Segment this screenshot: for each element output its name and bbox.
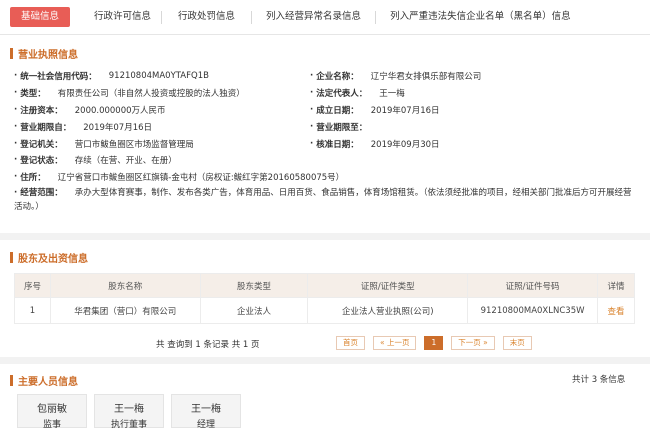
section-title: 营业执照信息: [18, 50, 78, 61]
field-term-from: · 营业期限自： 2019年07月16日: [14, 122, 153, 133]
field-type: · 类型： 有限责任公司（非自然人投资或控股的法人独资）: [14, 88, 245, 99]
field-registration-status: · 登记状态： 存续（在营、开业、在册）: [14, 155, 177, 166]
tab-admin-license[interactable]: 行政许可信息: [84, 7, 161, 27]
col-header: 股东类型: [199, 273, 309, 298]
shareholders-table: 序号 股东名称 股东类型 证照/证件类型 证照/证件号码 详情 1 华君集团（营…: [14, 273, 635, 324]
section-bar: [10, 375, 13, 386]
person-card[interactable]: 王一梅 经理: [171, 394, 241, 430]
field-registration-authority: · 登记机关： 营口市鲅鱼圈区市场监督管理局: [14, 139, 194, 150]
col-header: 详情: [597, 273, 635, 298]
field-registered-capital: · 注册资本： 2000.000000万人民币: [14, 105, 166, 116]
cell-index: 1: [14, 297, 51, 324]
col-header: 证照/证件号码: [467, 273, 599, 298]
cell-shareholder-name: 华君集团（营口）有限公司: [49, 297, 201, 324]
last-page-button[interactable]: 末页: [502, 336, 532, 350]
tab-basic-info[interactable]: 基础信息: [10, 7, 71, 27]
field-legal-rep: · 法定代表人： 王一梅: [310, 88, 405, 99]
cell-license-type: 企业法人营业执照(公司): [307, 297, 469, 324]
field-approval-date: · 核准日期： 2019年09月30日: [310, 139, 440, 150]
field-address: · 住所： 辽宁省营口市鲅鱼圈区红旗镇-金屯村（房权证:鲅红字第2016058007…: [14, 172, 345, 183]
tab-bar: 基础信息 行政许可信息 行政处罚信息 列入经营异常名录信息 列入严重违法失信企业…: [0, 0, 650, 35]
table-row: 1 华君集团（营口）有限公司 企业法人 企业法人营业执照(公司) 9121080…: [14, 297, 635, 324]
cell-license-number: 91210800MA0XLNC35W: [467, 297, 599, 324]
license-section-header: 营业执照信息: [10, 46, 78, 61]
people-section-header: 主要人员信息: [10, 373, 78, 388]
col-header: 股东名称: [49, 273, 201, 298]
section-bar: [10, 252, 13, 263]
tab-admin-penalty[interactable]: 行政处罚信息: [162, 7, 251, 27]
section-bar: [10, 48, 13, 59]
person-role: 执行董事: [110, 420, 147, 430]
field-established-date: · 成立日期： 2019年07月16日: [310, 105, 440, 116]
cell-shareholder-type: 企业法人: [199, 297, 309, 324]
tab-abnormal-list[interactable]: 列入经营异常名录信息: [252, 7, 375, 27]
person-name: 王一梅: [191, 404, 221, 415]
first-page-button[interactable]: 首页: [336, 336, 365, 350]
view-details-link[interactable]: 查看: [597, 297, 635, 324]
page-1-button[interactable]: 1: [424, 336, 444, 350]
record-count: 共 查询到 1 条记录 共 1 页: [156, 340, 260, 350]
col-header: 证照/证件类型: [307, 273, 469, 298]
person-role: 经理: [196, 420, 215, 430]
people-total-count: 共计 3 条信息: [572, 375, 626, 385]
field-term-to: · 营业期限至：: [310, 122, 368, 133]
person-role: 监事: [42, 420, 61, 430]
person-card[interactable]: 王一梅 执行董事: [94, 394, 164, 430]
field-credit-code: · 统一社会信用代码： 91210804MA0YTAFQ1B: [14, 71, 209, 82]
section-title: 主要人员信息: [18, 377, 78, 388]
table-header-row: 序号 股东名称 股东类型 证照/证件类型 证照/证件号码 详情: [14, 273, 635, 298]
person-name: 包丽敏: [37, 404, 67, 415]
shareholders-section-header: 股东及出资信息: [10, 250, 88, 265]
col-header: 序号: [14, 273, 51, 298]
field-business-scope: · 经营范围： 承办大型体育赛事，制作、发布各类广告，体育用品、日用百货、食品销售，…: [14, 188, 632, 212]
section-divider: [0, 233, 650, 240]
section-title: 股东及出资信息: [18, 254, 88, 265]
person-name: 王一梅: [114, 404, 144, 415]
field-company-name: · 企业名称： 辽宁华君女排俱乐部有限公司: [310, 71, 482, 82]
pagination: 首页 « 上一页 1 下一页 » 末页: [336, 336, 532, 350]
next-page-button[interactable]: 下一页 »: [451, 336, 495, 350]
prev-page-button[interactable]: « 上一页: [373, 336, 417, 350]
person-card[interactable]: 包丽敏 监事: [17, 394, 87, 430]
section-divider: [0, 357, 650, 364]
tab-blacklist[interactable]: 列入严重违法失信企业名单（黑名单）信息: [376, 7, 585, 27]
